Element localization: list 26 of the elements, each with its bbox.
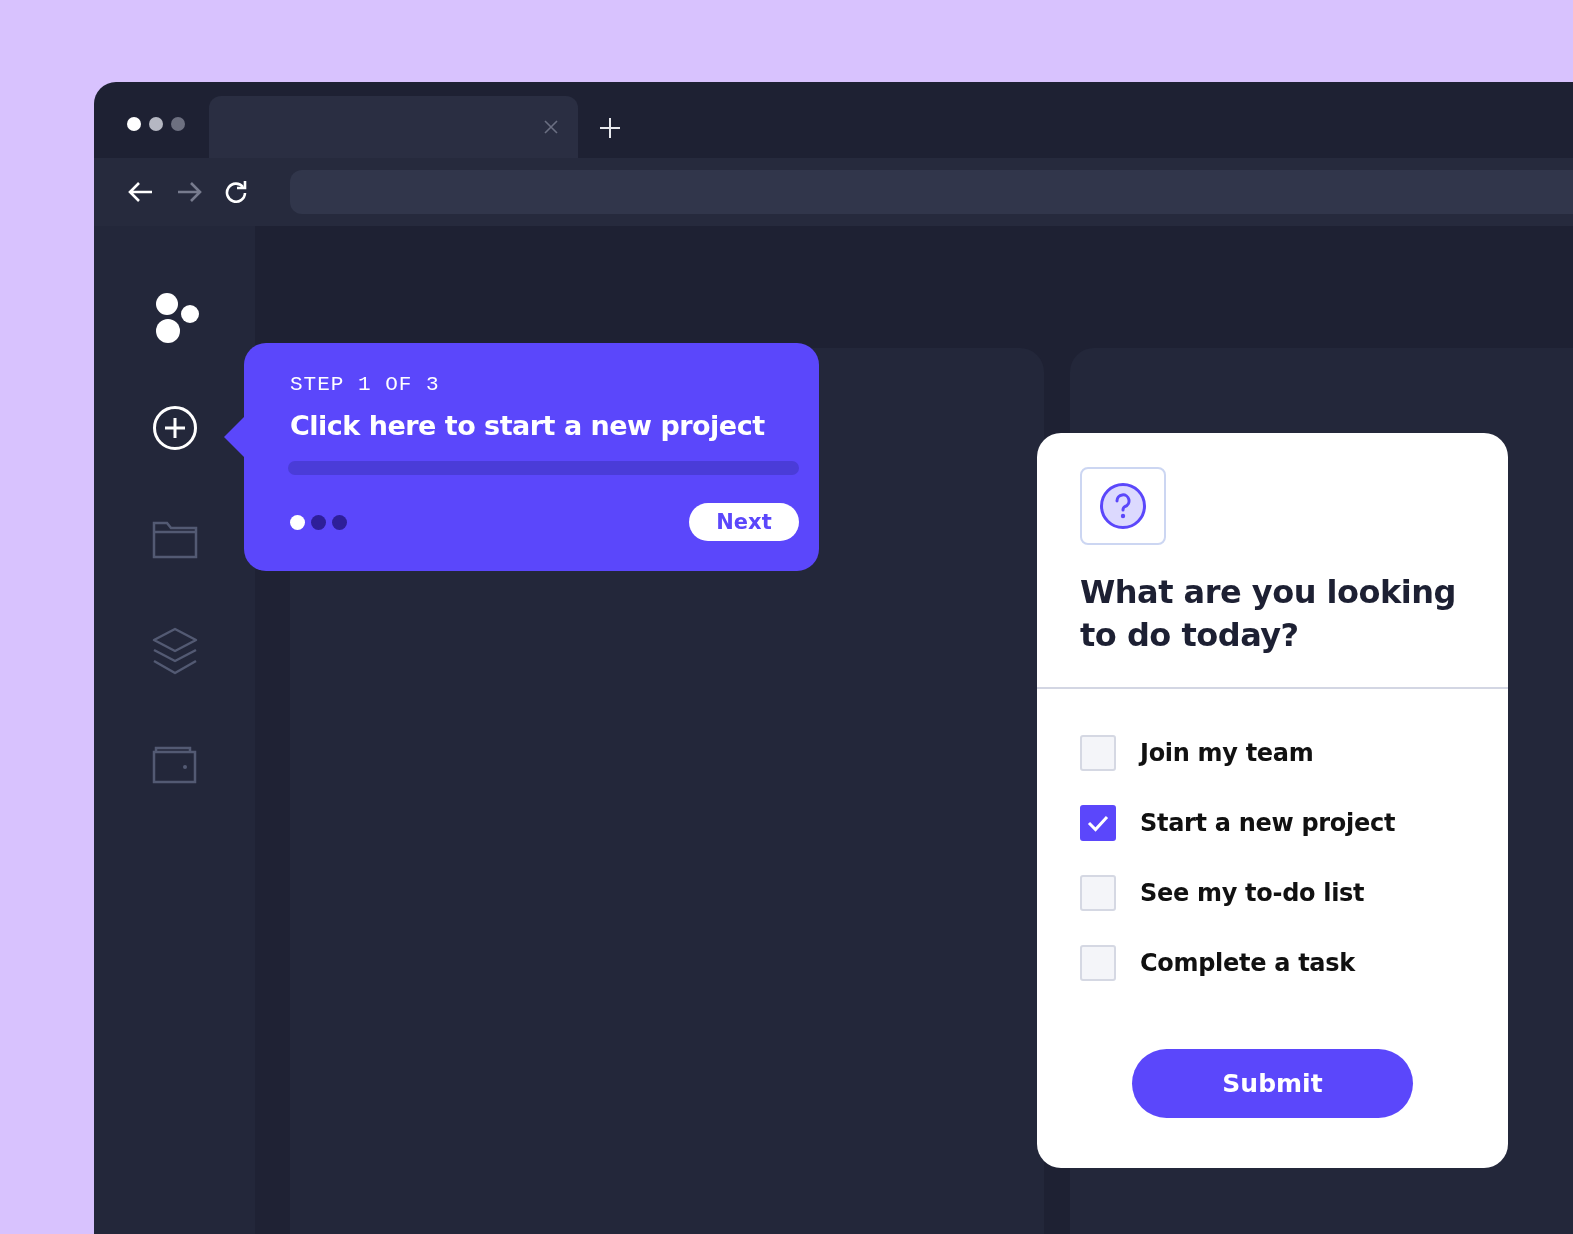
layers-icon[interactable] bbox=[151, 627, 198, 677]
step-dot[interactable] bbox=[290, 514, 305, 530]
tooltip-message: Click here to start a new project bbox=[290, 410, 766, 441]
reload-icon[interactable] bbox=[224, 180, 248, 204]
back-icon[interactable] bbox=[128, 181, 154, 203]
option-label: Start a new project bbox=[1140, 809, 1396, 837]
logo-icon bbox=[154, 292, 201, 344]
folder-icon[interactable] bbox=[151, 521, 198, 559]
step-label: STEP 1 OF 3 bbox=[290, 373, 441, 396]
next-button[interactable]: Next bbox=[689, 503, 799, 541]
new-tab-icon[interactable] bbox=[599, 117, 621, 139]
question-icon bbox=[1099, 482, 1147, 530]
window-controls-icon[interactable] bbox=[126, 116, 186, 132]
checkbox[interactable] bbox=[1080, 805, 1116, 841]
submit-button[interactable]: Submit bbox=[1132, 1049, 1413, 1118]
option-label: See my to-do list bbox=[1140, 879, 1365, 907]
option-label: Complete a task bbox=[1140, 949, 1355, 977]
check-icon bbox=[1086, 813, 1110, 833]
close-icon[interactable] bbox=[544, 120, 558, 134]
step-dot[interactable] bbox=[311, 514, 326, 530]
option-label: Join my team bbox=[1140, 739, 1314, 767]
add-icon[interactable] bbox=[151, 405, 198, 451]
wallet-icon[interactable] bbox=[151, 744, 198, 784]
survey-question: What are you looking to do today? bbox=[1080, 572, 1457, 656]
step-dot[interactable] bbox=[332, 514, 347, 530]
forward-icon[interactable] bbox=[176, 181, 202, 203]
